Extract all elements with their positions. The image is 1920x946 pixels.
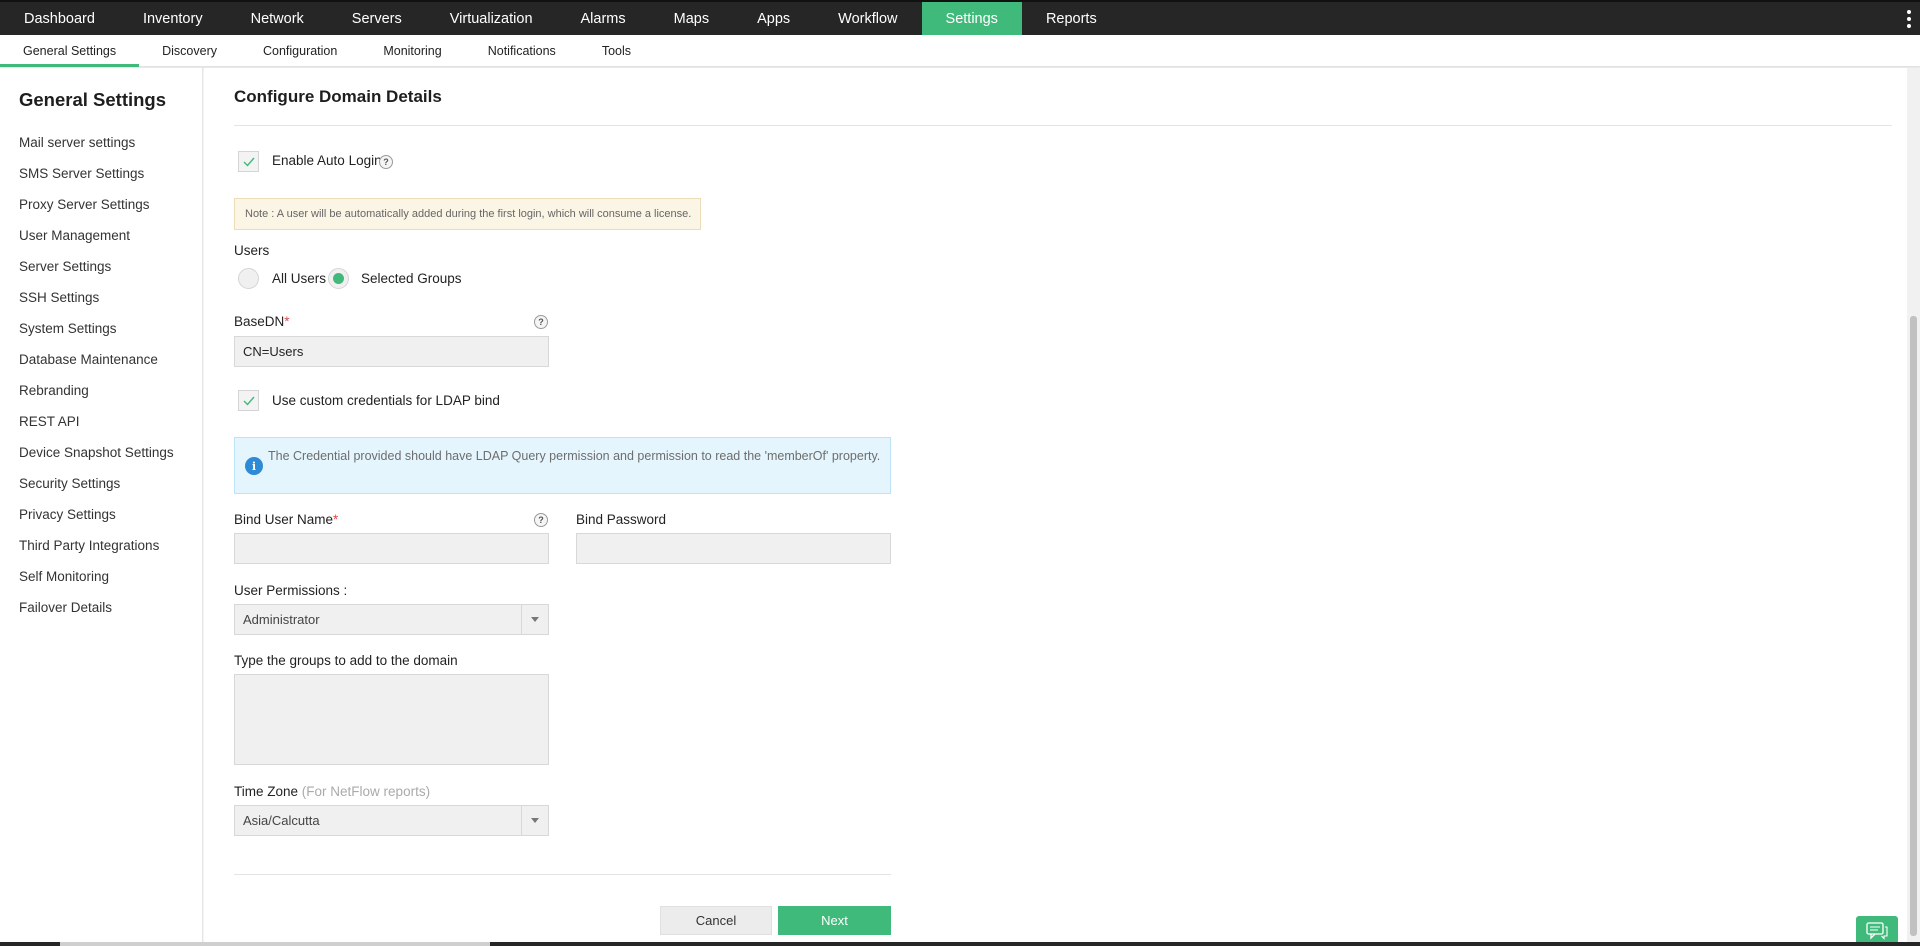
chevron-down-icon [521, 605, 548, 634]
check-icon [243, 157, 255, 167]
nav-workflow[interactable]: Workflow [814, 2, 921, 35]
permissions-label: User Permissions : [234, 583, 348, 598]
sidebar-item-self-monitoring[interactable]: Self Monitoring [19, 567, 174, 598]
selected-groups-radio[interactable] [328, 268, 349, 289]
nav-alarms[interactable]: Alarms [557, 2, 650, 35]
sidebar-item-proxy-server[interactable]: Proxy Server Settings [19, 195, 174, 226]
sidebar-item-mail-server[interactable]: Mail server settings [19, 133, 174, 164]
bind-user-help-icon[interactable]: ? [534, 513, 548, 527]
groups-label: Type the groups to add to the domain [234, 653, 458, 668]
nav-dashboard[interactable]: Dashboard [0, 2, 119, 35]
sidebar-item-sms-server[interactable]: SMS Server Settings [19, 164, 174, 195]
sidebar-item-server-settings[interactable]: Server Settings [19, 257, 174, 288]
permissions-value: Administrator [243, 612, 320, 627]
sidebar-item-third-party[interactable]: Third Party Integrations [19, 536, 174, 567]
next-button[interactable]: Next [778, 906, 891, 935]
chevron-down-icon [521, 806, 548, 835]
info-text: The Credential provided should have LDAP… [268, 449, 881, 463]
sidebar: General Settings Mail server settings SM… [0, 68, 203, 946]
timezone-label: Time Zone (For NetFlow reports) [234, 784, 431, 799]
tab-notifications[interactable]: Notifications [465, 35, 579, 66]
tab-configuration[interactable]: Configuration [240, 35, 360, 66]
sidebar-item-database-maintenance[interactable]: Database Maintenance [19, 350, 174, 381]
tab-monitoring[interactable]: Monitoring [360, 35, 464, 66]
timezone-select[interactable]: Asia/Calcutta [234, 805, 549, 836]
basedn-label: BaseDN* [234, 314, 290, 329]
timezone-value: Asia/Calcutta [243, 813, 320, 828]
sidebar-item-system-settings[interactable]: System Settings [19, 319, 174, 350]
chat-bubble-icon [1866, 922, 1888, 940]
nav-reports[interactable]: Reports [1022, 2, 1121, 35]
all-users-label: All Users [272, 271, 327, 286]
custom-credentials-checkbox[interactable] [238, 390, 259, 411]
cancel-button[interactable]: Cancel [660, 906, 772, 935]
kebab-menu-icon[interactable] [1906, 10, 1912, 28]
auto-login-help-icon[interactable]: ? [379, 155, 393, 169]
tab-tools[interactable]: Tools [579, 35, 654, 66]
auto-login-checkbox[interactable] [238, 151, 259, 172]
sidebar-title: General Settings [19, 89, 167, 110]
bottom-bar-segment [60, 942, 490, 946]
divider [234, 125, 1892, 126]
footer-divider [234, 874, 891, 875]
users-label: Users [234, 243, 270, 258]
auto-login-label: Enable Auto Login [272, 153, 382, 168]
nav-maps[interactable]: Maps [650, 2, 733, 35]
nav-virtualization[interactable]: Virtualization [426, 2, 557, 35]
tab-general-settings[interactable]: General Settings [0, 35, 140, 67]
selected-groups-label: Selected Groups [361, 271, 462, 286]
sidebar-item-failover-details[interactable]: Failover Details [19, 598, 174, 629]
nav-apps[interactable]: Apps [733, 2, 814, 35]
bind-user-label: Bind User Name* [234, 512, 339, 527]
sidebar-item-rest-api[interactable]: REST API [19, 412, 174, 443]
nav-network[interactable]: Network [227, 2, 328, 35]
bind-password-label: Bind Password [576, 512, 667, 527]
basedn-help-icon[interactable]: ? [534, 315, 548, 329]
sidebar-item-rebranding[interactable]: Rebranding [19, 381, 174, 412]
sidebar-item-device-snapshot[interactable]: Device Snapshot Settings [19, 443, 174, 474]
tab-discovery[interactable]: Discovery [139, 35, 240, 66]
top-navigation: Dashboard Inventory Network Servers Virt… [0, 0, 1920, 35]
groups-textarea[interactable] [234, 674, 549, 765]
ldap-info-box: i The Credential provided should have LD… [234, 437, 891, 494]
sub-navigation: General Settings Discovery Configuration… [0, 35, 1920, 67]
sidebar-item-ssh-settings[interactable]: SSH Settings [19, 288, 174, 319]
all-users-radio[interactable] [238, 268, 259, 289]
basedn-input[interactable]: CN=Users [234, 336, 549, 367]
scrollbar-thumb[interactable] [1910, 316, 1917, 936]
nav-inventory[interactable]: Inventory [119, 2, 227, 35]
sidebar-item-user-management[interactable]: User Management [19, 226, 174, 257]
nav-settings[interactable]: Settings [921, 2, 1022, 35]
sidebar-item-security-settings[interactable]: Security Settings [19, 474, 174, 505]
main-content: Configure Domain Details Enable Auto Log… [204, 68, 1907, 946]
page-title: Configure Domain Details [234, 87, 442, 106]
check-icon [243, 396, 255, 406]
scrollbar[interactable] [1907, 68, 1920, 946]
bottom-bar [0, 942, 1920, 946]
sidebar-item-privacy-settings[interactable]: Privacy Settings [19, 505, 174, 536]
sidebar-menu: Mail server settings SMS Server Settings… [19, 133, 174, 629]
permissions-select[interactable]: Administrator [234, 604, 549, 635]
custom-credentials-label: Use custom credentials for LDAP bind [272, 393, 500, 408]
bind-password-input[interactable] [576, 533, 891, 564]
bind-user-input[interactable] [234, 533, 549, 564]
nav-servers[interactable]: Servers [328, 2, 426, 35]
license-note: Note : A user will be automatically adde… [234, 198, 701, 230]
info-icon: i [245, 457, 263, 475]
